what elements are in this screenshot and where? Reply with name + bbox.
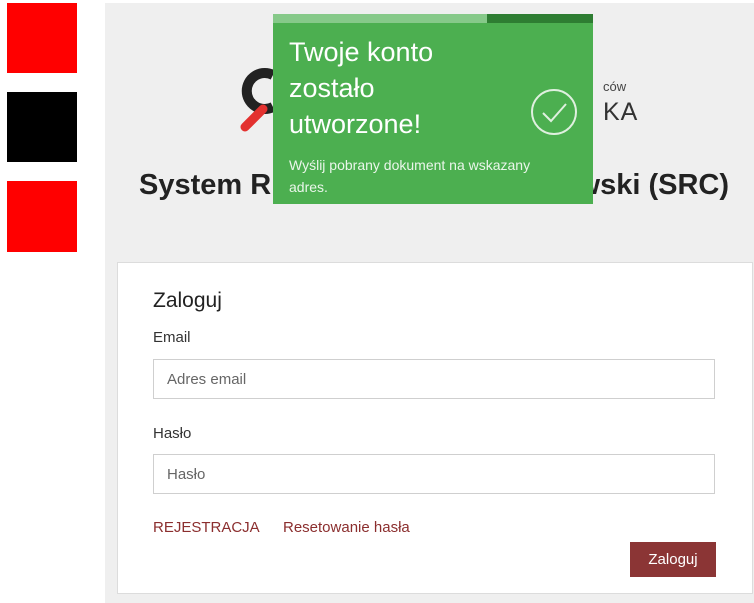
- red-square-bottom: [7, 181, 77, 252]
- password-field[interactable]: [153, 454, 715, 494]
- logo-text-big: KA: [603, 98, 639, 126]
- toast-message: Wyślij pobrany dokument na wskazany adre…: [289, 157, 531, 195]
- login-button[interactable]: Zaloguj: [630, 542, 716, 577]
- check-circle-icon: [531, 89, 577, 135]
- register-link[interactable]: REJESTRACJA: [153, 519, 260, 536]
- email-label: Email: [153, 329, 191, 346]
- email-field[interactable]: [153, 359, 715, 399]
- login-panel: Zaloguj Email Hasło REJESTRACJA Resetowa…: [117, 262, 753, 594]
- logo-text-small: ców: [603, 79, 627, 94]
- red-square-top: [7, 3, 77, 73]
- page-title-right: wski (SRC): [577, 169, 729, 201]
- success-toast[interactable]: Twoje konto zostało utworzone! Wyślij po…: [273, 14, 593, 204]
- black-square: [7, 92, 77, 162]
- login-heading: Zaloguj: [153, 289, 222, 312]
- toast-title: Twoje konto zostało utworzone!: [289, 37, 434, 139]
- toast-progress-bar: [273, 14, 593, 23]
- toast-progress-fill: [273, 14, 488, 23]
- page-title-left: System R: [139, 169, 272, 201]
- reset-password-link[interactable]: Resetowanie hasła: [283, 519, 410, 536]
- password-label: Hasło: [153, 425, 192, 442]
